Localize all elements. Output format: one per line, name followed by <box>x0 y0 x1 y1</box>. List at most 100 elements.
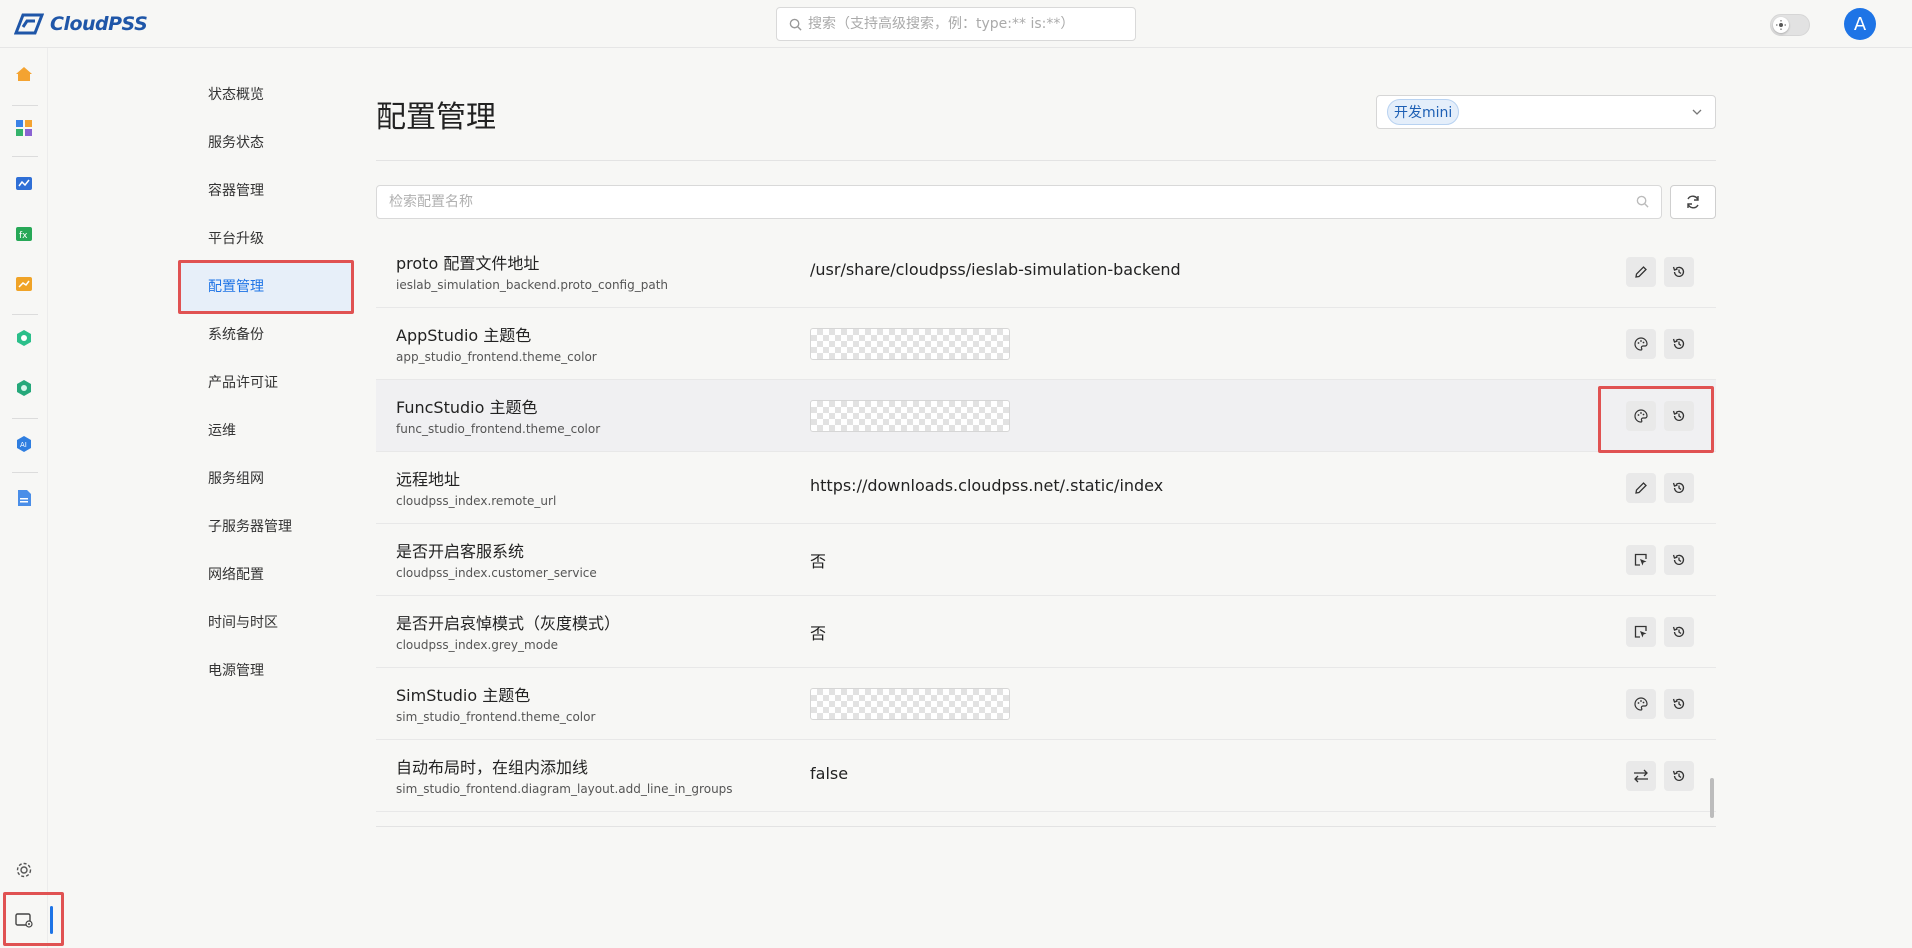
table-scrollbar[interactable] <box>1710 778 1714 818</box>
svg-text:AI: AI <box>20 441 27 449</box>
config-label: 自动布局时，在组内添加线 <box>396 758 589 777</box>
app-rail: fx AI <box>0 48 48 948</box>
subnav-item-network-config[interactable]: 网络配置 <box>178 556 354 604</box>
select-cursor-icon <box>1634 625 1647 638</box>
rail-divider <box>12 105 38 106</box>
history-icon <box>1672 482 1685 493</box>
page-title: 配置管理 <box>376 100 496 135</box>
subnav-item-service-networking[interactable]: 服务组网 <box>178 460 354 508</box>
ies-lab-icon[interactable] <box>14 328 34 348</box>
config-label: SimStudio 主题色 <box>396 686 531 705</box>
table-row: 自动布局时，在组内添加线 sim_studio_frontend.diagram… <box>376 740 1716 812</box>
color-swatch[interactable] <box>810 400 1010 432</box>
table-row: 是否开启客服系统 cloudpss_index.customer_service… <box>376 524 1716 596</box>
reset-button[interactable] <box>1664 329 1694 359</box>
config-label: AppStudio 主题色 <box>396 326 532 345</box>
config-label: 远程地址 <box>396 470 461 489</box>
table-row: proto 配置文件地址 ieslab_simulation_backend.p… <box>376 236 1716 308</box>
logo-icon <box>14 13 44 35</box>
reset-button[interactable] <box>1664 617 1694 647</box>
config-key: sim_studio_frontend.diagram_layout.add_l… <box>396 782 733 796</box>
palette-icon <box>1634 697 1648 711</box>
color-swatch[interactable] <box>810 328 1010 360</box>
reset-button[interactable] <box>1664 689 1694 719</box>
func-studio-icon[interactable]: fx <box>14 224 34 244</box>
config-key: cloudpss_index.grey_mode <box>396 638 559 652</box>
avatar[interactable]: A <box>1844 8 1876 40</box>
rail-divider <box>12 472 38 473</box>
environment-select[interactable]: 开发mini <box>1376 95 1716 129</box>
config-label: 是否开启客服系统 <box>396 542 525 561</box>
sim-studio-icon[interactable] <box>14 174 34 194</box>
config-value: 否 <box>810 624 827 643</box>
config-table: proto 配置文件地址 ieslab_simulation_backend.p… <box>376 236 1716 824</box>
table-row: SimStudio 主题色 sim_studio_frontend.theme_… <box>376 668 1716 740</box>
history-icon <box>1672 338 1685 349</box>
home-icon[interactable] <box>14 64 34 84</box>
select-cursor-icon <box>1634 553 1647 566</box>
theme-toggle[interactable] <box>1770 14 1810 36</box>
subnav-item-container-management[interactable]: 容器管理 <box>178 172 354 220</box>
subnav-item-status-overview[interactable]: 状态概览 <box>178 76 354 124</box>
rail-divider <box>12 156 38 157</box>
config-label: proto 配置文件地址 <box>396 254 540 273</box>
logo[interactable]: CloudPSS <box>14 12 148 36</box>
subnav-item-config-management[interactable]: 配置管理 <box>178 268 354 316</box>
refresh-button[interactable] <box>1670 185 1716 219</box>
rail-divider <box>12 418 38 419</box>
history-icon <box>1672 698 1685 709</box>
reset-button[interactable] <box>1664 545 1694 575</box>
global-search[interactable] <box>776 7 1136 41</box>
subnav-item-time-zone[interactable]: 时间与时区 <box>178 604 354 652</box>
history-icon <box>1672 770 1685 781</box>
subnav-item-operations[interactable]: 运维 <box>178 412 354 460</box>
edit-button[interactable] <box>1626 257 1656 287</box>
subnav-item-sub-server-management[interactable]: 子服务器管理 <box>178 508 354 556</box>
color-swatch[interactable] <box>810 688 1010 720</box>
subnav-item-service-status[interactable]: 服务状态 <box>178 124 354 172</box>
search-input[interactable] <box>808 16 1128 32</box>
ies-design-icon[interactable] <box>14 378 34 398</box>
subnav-item-system-backup[interactable]: 系统备份 <box>178 316 354 364</box>
select-button[interactable] <box>1626 545 1656 575</box>
subnav-item-platform-upgrade[interactable]: 平台升级 <box>178 220 354 268</box>
table-bottom-border <box>376 826 1716 827</box>
app-studio-icon[interactable] <box>14 274 34 294</box>
reset-button[interactable] <box>1664 257 1694 287</box>
history-icon <box>1672 266 1685 277</box>
environment-tag: 开发mini <box>1387 99 1460 125</box>
table-row: AppStudio 主题色 app_studio_frontend.theme_… <box>376 308 1716 380</box>
config-label: FuncStudio 主题色 <box>396 398 538 417</box>
table-row: FuncStudio 主题色 func_studio_frontend.them… <box>376 380 1716 452</box>
subnav-item-power-management[interactable]: 电源管理 <box>178 652 354 700</box>
top-bar: CloudPSS A <box>0 0 1912 48</box>
config-value: /usr/share/cloudpss/ieslab-simulation-ba… <box>810 260 1181 279</box>
config-value: https://downloads.cloudpss.net/.static/i… <box>810 476 1164 495</box>
select-button[interactable] <box>1626 617 1656 647</box>
config-key: sim_studio_frontend.theme_color <box>396 710 596 724</box>
palette-icon <box>1634 337 1648 351</box>
color-picker-button[interactable] <box>1626 689 1656 719</box>
history-icon <box>1672 626 1685 637</box>
sun-icon <box>1773 17 1789 33</box>
config-value: false <box>810 764 849 783</box>
color-picker-button[interactable] <box>1626 329 1656 359</box>
history-icon <box>1672 554 1685 565</box>
swap-arrows-icon <box>1634 769 1648 783</box>
reset-button[interactable] <box>1664 761 1694 791</box>
edit-button[interactable] <box>1626 473 1656 503</box>
config-filter[interactable] <box>376 185 1662 219</box>
table-row: 远程地址 cloudpss_index.remote_url https://d… <box>376 452 1716 524</box>
settings-gear-icon[interactable] <box>14 860 34 880</box>
document-icon[interactable] <box>14 488 34 508</box>
ai-tool-icon[interactable]: AI <box>14 434 34 454</box>
pencil-icon <box>1635 482 1647 494</box>
apps-grid-icon[interactable] <box>14 118 34 138</box>
reset-button[interactable] <box>1664 473 1694 503</box>
search-icon <box>1636 195 1649 208</box>
config-filter-input[interactable] <box>389 194 1619 210</box>
subnav-item-product-license[interactable]: 产品许可证 <box>178 364 354 412</box>
toggle-button[interactable] <box>1626 761 1656 791</box>
admin-subnav: 状态概览 服务状态 容器管理 平台升级 配置管理 系统备份 产品许可证 运维 服… <box>178 76 354 700</box>
chevron-down-icon <box>1692 109 1702 115</box>
